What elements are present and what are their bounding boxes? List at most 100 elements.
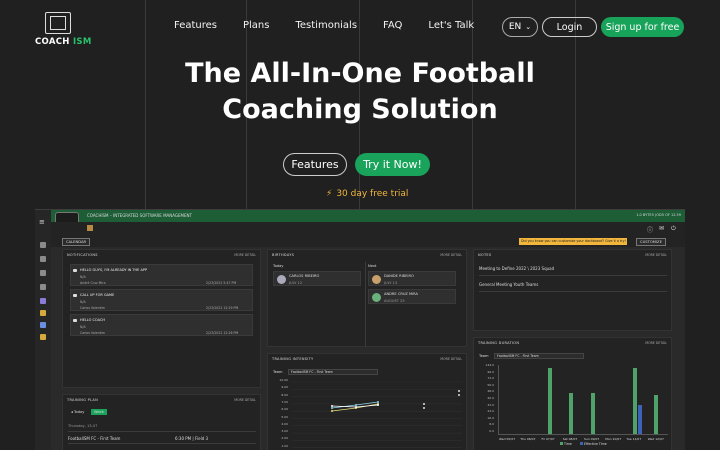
plan-date: Thursday, 13-07 [68,424,98,428]
notification-item[interactable]: CALL UP FOR GAME N/A Carlos Valentim 2/2… [70,289,253,311]
login-button[interactable]: Login [542,17,597,37]
top-nav: COACH ISM Features Plans Testimonials FA… [0,0,720,54]
customize-button[interactable]: CUSTOMIZE [636,238,666,246]
y-tick-label: 96.0 [487,369,494,374]
birthday-item[interactable]: DANIDE RIBEIRO JULY 13 [368,271,456,286]
language-select[interactable]: EN ⌄ [502,17,538,37]
birthday-item[interactable]: ANDRE CRUZ MIRA AUGUST 25 [368,289,456,304]
week-tab[interactable]: Week [91,409,107,415]
panel-title: BIRTHDAYS [272,253,295,257]
birthday-item[interactable]: CARLOS RIBEIRO JULY 12 [273,271,361,286]
hero-features-button[interactable]: Features [283,153,347,176]
logo-ism: ISM [72,37,92,47]
logo[interactable]: COACH ISM [34,12,91,48]
notification-sub: N/A [80,275,86,279]
chat-icon [73,294,77,297]
data-point [458,390,460,392]
pitch-icon [45,12,71,34]
duration-chart [498,365,668,435]
bar-time [654,395,659,434]
calendar-button[interactable]: CALENDAR [62,238,91,246]
divider [365,262,366,346]
hero-line-2: Coaching Solution [222,94,498,125]
plan-team[interactable]: FootballSM FC - First Team [68,436,120,441]
notes-panel: NOTES MORE DETAIL Meeting to Define 2022… [473,249,672,331]
flag-icon [87,225,93,231]
nav-faq[interactable]: FAQ [383,20,402,31]
more-detail-link[interactable]: MORE DETAIL [440,357,462,361]
nav-features[interactable]: Features [174,20,217,31]
panel-title: NOTIFICATIONS [67,253,98,257]
plan-time: 6:30 PM | Field 3 [175,436,209,441]
app-version: 1.0 BYTE5 (OD5 OF 12.59 [636,213,681,217]
note-item[interactable]: Meeting to Define 2022 \ 2023 Squad [479,266,554,271]
legend-time-label: Time [564,442,572,446]
divider [479,275,667,276]
bar-time [569,392,574,434]
x-tick-label: Mon 10/07 [605,437,622,441]
more-detail-link[interactable]: MORE DETAIL [234,398,256,402]
nav-lets-talk[interactable]: Let's Talk [428,20,474,31]
trial-text: 30 day free trial [336,189,409,199]
legend-swatch [560,442,563,445]
notification-date: 2/23/2022 12:26 PM [206,331,239,335]
notification-sub: N/A [80,325,86,329]
info-icon[interactable]: ⓘ [647,225,653,234]
play-icon [40,270,46,276]
notification-title: HELLO GUYS, I'M ALREADY IN THE APP [80,268,148,272]
divider [68,431,256,432]
more-detail-link[interactable]: MORE DETAIL [645,341,667,345]
avatar [372,275,381,284]
data-point [331,405,333,407]
more-detail-link[interactable]: MORE DETAIL [234,253,256,257]
lightning-icon: ⚡ [326,189,333,199]
y-tick-label: 48.0 [487,389,494,394]
x-tick-label: Sun 09/07 [584,437,600,441]
medal-icon [40,310,46,316]
avatar [277,275,286,284]
note-item[interactable]: General Meeting Youth Teams [479,282,538,287]
divider [479,291,667,292]
team-label: Team [273,370,283,374]
y-tick-label: 4.00 [281,421,288,426]
y-tick-label: 144.0 [485,363,494,367]
birthday-name: CARLOS RIBEIRO [289,274,320,278]
birthday-name: DANIDE RIBEIRO [384,274,414,278]
team-select[interactable]: FootballSM FC - First Team [494,353,584,359]
signup-button[interactable]: Sign up for free [601,17,684,37]
language-label: EN [508,22,522,32]
notification-item[interactable]: HELLO GUYS, I'M ALREADY IN THE APP N/A A… [70,264,253,286]
y-tick-label: 56.0 [487,382,494,387]
logo-coach: COACH [35,37,70,47]
duration-panel: TRAINING DURATION MORE DETAIL Team Footb… [473,337,672,450]
intensity-panel: TRAINING INTENSITY MORE DETAIL Team Foot… [267,353,467,450]
data-point [458,394,460,396]
y-tick-label: 2.00 [281,436,288,441]
team-select-value: FootballSM FC - First Team [497,354,539,358]
app-title: COACHISM – INTEGRATED SOFTWARE MANAGEMEN… [87,213,192,218]
power-icon[interactable]: ⏻ [671,225,676,233]
x-tick-label: Thu 06/07 [520,437,536,441]
notification-item[interactable]: HELLO COACH N/A Carlos Valentim 2/23/202… [70,314,253,336]
hero-try-button[interactable]: Try it Now! [355,153,430,176]
more-detail-link[interactable]: MORE DETAIL [645,253,667,257]
today-tab-label: Today [73,410,85,414]
mail-icon[interactable]: ✉ [659,225,664,232]
notifications-panel: NOTIFICATIONS MORE DETAIL HELLO GUYS, I'… [62,249,261,388]
team-select[interactable]: FootballSM FC - First Team [288,369,378,375]
nav-plans[interactable]: Plans [243,20,269,31]
panel-title: TRAINING INTENSITY [272,357,314,361]
shield-icon [40,242,46,248]
next-label: Next [368,264,377,268]
today-tab[interactable]: ◂ Today [71,410,84,414]
nav-testimonials[interactable]: Testimonials [295,20,357,31]
legend-time: Time [560,442,572,446]
y-tick-label: 7.00 [281,399,288,404]
menu-icon: ≡ [39,218,45,226]
bar-effective-time [638,404,643,434]
more-detail-link[interactable]: MORE DETAIL [440,253,462,257]
data-point [331,410,333,412]
team-icon [40,298,46,304]
run-icon [40,256,46,262]
today-label: Today [273,264,284,268]
